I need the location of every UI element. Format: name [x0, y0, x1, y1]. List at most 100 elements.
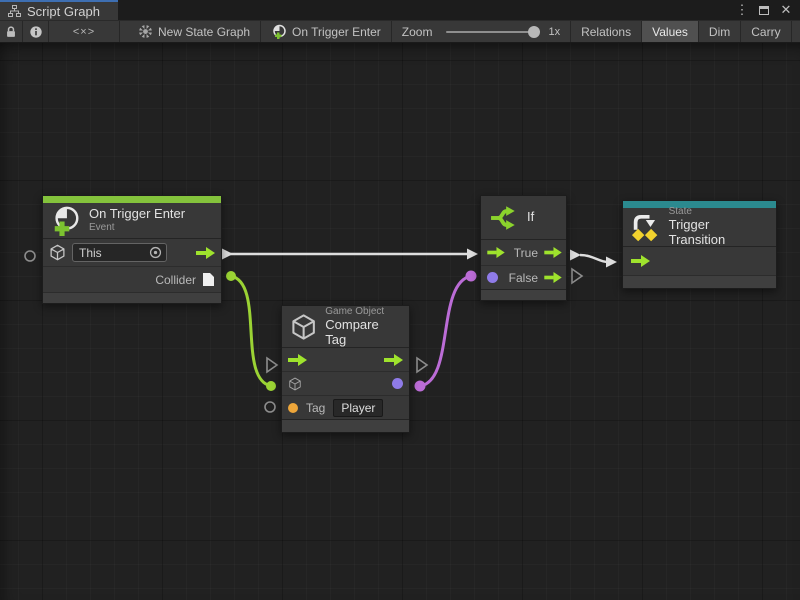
tag-value-field[interactable]: Player	[333, 399, 383, 417]
condition-input-port[interactable]	[487, 272, 498, 283]
unconnected-flow-input-comparetag[interactable]	[267, 358, 277, 372]
node-if[interactable]: If True False	[480, 195, 567, 301]
lock-icon	[4, 25, 18, 39]
wire-arrowhead	[606, 257, 617, 268]
wire-endpoint[interactable]	[415, 381, 426, 392]
node-trigger-transition[interactable]: State Trigger Transition	[622, 200, 777, 289]
node-title: Trigger Transition	[669, 218, 768, 248]
wire-endpoint[interactable]	[466, 271, 477, 282]
info-icon	[29, 25, 43, 39]
node-footer	[623, 276, 776, 288]
info-button[interactable]	[23, 21, 48, 42]
wire-endpoint[interactable]	[226, 271, 236, 281]
string-input-port[interactable]	[288, 403, 298, 413]
new-state-graph-label: New State Graph	[158, 25, 250, 39]
event-icon	[271, 24, 287, 40]
node-title: Compare Tag	[325, 318, 401, 348]
node-header: On Trigger Enter Event	[43, 203, 221, 239]
script-graph-icon	[8, 5, 21, 17]
gameobject-input-port[interactable]	[288, 377, 302, 391]
gameobject-cube-icon	[290, 313, 317, 341]
zoom-value: 1x	[548, 26, 560, 38]
port-row-tag: Tag Player	[282, 396, 409, 420]
title-bar: Script Graph ⋮ ✕	[0, 0, 800, 20]
unconnected-flow-output-comparetag[interactable]	[417, 358, 427, 372]
unconnected-input-this[interactable]	[25, 251, 35, 261]
code-view-button[interactable]: <×>	[49, 21, 119, 42]
tab-title: Script Graph	[27, 4, 100, 19]
bool-output-port[interactable]	[392, 378, 403, 389]
port-row-gameobject	[282, 372, 409, 396]
graph-canvas[interactable]: On Trigger Enter Event This	[0, 43, 800, 600]
state-graph-icon	[138, 24, 153, 39]
event-reference-label: On Trigger Enter	[292, 25, 381, 39]
graph-toolbar: <×> New State Graph On Trigger Enter Zoo…	[0, 20, 800, 43]
node-on-trigger-enter[interactable]: On Trigger Enter Event This	[42, 195, 222, 304]
node-header: State Trigger Transition	[623, 208, 776, 247]
new-state-graph-button[interactable]: New State Graph	[128, 21, 260, 42]
flow-output-port[interactable]	[384, 354, 403, 366]
node-compare-tag[interactable]: Game Object Compare Tag	[281, 305, 410, 433]
node-subtitle: Event	[89, 222, 185, 234]
tab-script-graph[interactable]: Script Graph	[0, 0, 118, 20]
node-title: If	[527, 210, 534, 225]
relations-toggle[interactable]: Relations	[571, 21, 641, 42]
port-row-target: This	[43, 239, 221, 267]
window-controls: ⋮ ✕	[734, 0, 800, 20]
dim-toggle[interactable]: Dim	[699, 21, 740, 42]
false-label: False	[509, 271, 538, 285]
gameobject-cube-icon	[49, 244, 66, 261]
true-output-port[interactable]	[544, 247, 562, 258]
maximize-icon[interactable]	[756, 2, 772, 18]
port-row-collider: Collider	[43, 267, 221, 293]
node-footer	[481, 290, 566, 300]
wire-arrowhead	[570, 250, 581, 261]
wire-arrowhead	[467, 249, 478, 260]
event-reference-button[interactable]: On Trigger Enter	[261, 21, 391, 42]
flow-output-port[interactable]	[196, 247, 215, 259]
branch-icon	[489, 203, 519, 233]
node-header: If	[481, 196, 566, 240]
target-value: This	[79, 246, 102, 260]
node-footer	[282, 420, 409, 432]
tag-label: Tag	[306, 401, 325, 415]
flow-input-port[interactable]	[487, 247, 505, 258]
zoom-slider-handle[interactable]	[528, 26, 540, 38]
wire-endpoint[interactable]	[266, 381, 276, 391]
false-output-port[interactable]	[544, 272, 562, 283]
collider-output-port[interactable]	[202, 272, 215, 287]
wire-arrowhead	[222, 249, 233, 260]
zoom-control: Zoom 1x	[392, 21, 570, 42]
node-title: On Trigger Enter	[89, 207, 185, 222]
target-object-field[interactable]: This	[72, 243, 167, 262]
align-dropdown[interactable]: Align	[792, 21, 800, 42]
port-row-true: True	[481, 240, 566, 266]
wire-flow-true-to-transition[interactable]	[580, 255, 608, 262]
wire-value-collider-to-comparetag[interactable]	[231, 276, 271, 386]
collider-label: Collider	[155, 273, 196, 287]
node-category: Game Object	[325, 306, 401, 318]
port-row-flow	[282, 348, 409, 372]
unconnected-input-tag[interactable]	[265, 402, 275, 412]
node-accent-bar	[43, 196, 221, 203]
unity-visual-scripting-window: Script Graph ⋮ ✕ <×>	[0, 0, 800, 600]
zoom-label: Zoom	[402, 25, 433, 39]
carry-toggle[interactable]: Carry	[741, 21, 790, 42]
object-picker-icon[interactable]	[149, 246, 162, 259]
node-footer	[43, 293, 221, 303]
wire-value-comparetag-to-if[interactable]	[420, 276, 471, 386]
event-icon	[51, 206, 81, 236]
port-row-false: False	[481, 266, 566, 290]
flow-input-port[interactable]	[631, 255, 650, 267]
menu-icon[interactable]: ⋮	[734, 2, 750, 18]
zoom-slider[interactable]	[446, 31, 534, 33]
transition-icon	[631, 212, 661, 242]
flow-input-port[interactable]	[288, 354, 307, 366]
close-icon[interactable]: ✕	[778, 2, 794, 18]
lock-button[interactable]	[0, 21, 22, 42]
code-icon: <×>	[73, 26, 95, 38]
unconnected-flow-output-false[interactable]	[572, 269, 582, 283]
values-toggle[interactable]: Values	[642, 21, 698, 42]
port-row-flow	[623, 247, 776, 276]
true-label: True	[514, 246, 538, 260]
